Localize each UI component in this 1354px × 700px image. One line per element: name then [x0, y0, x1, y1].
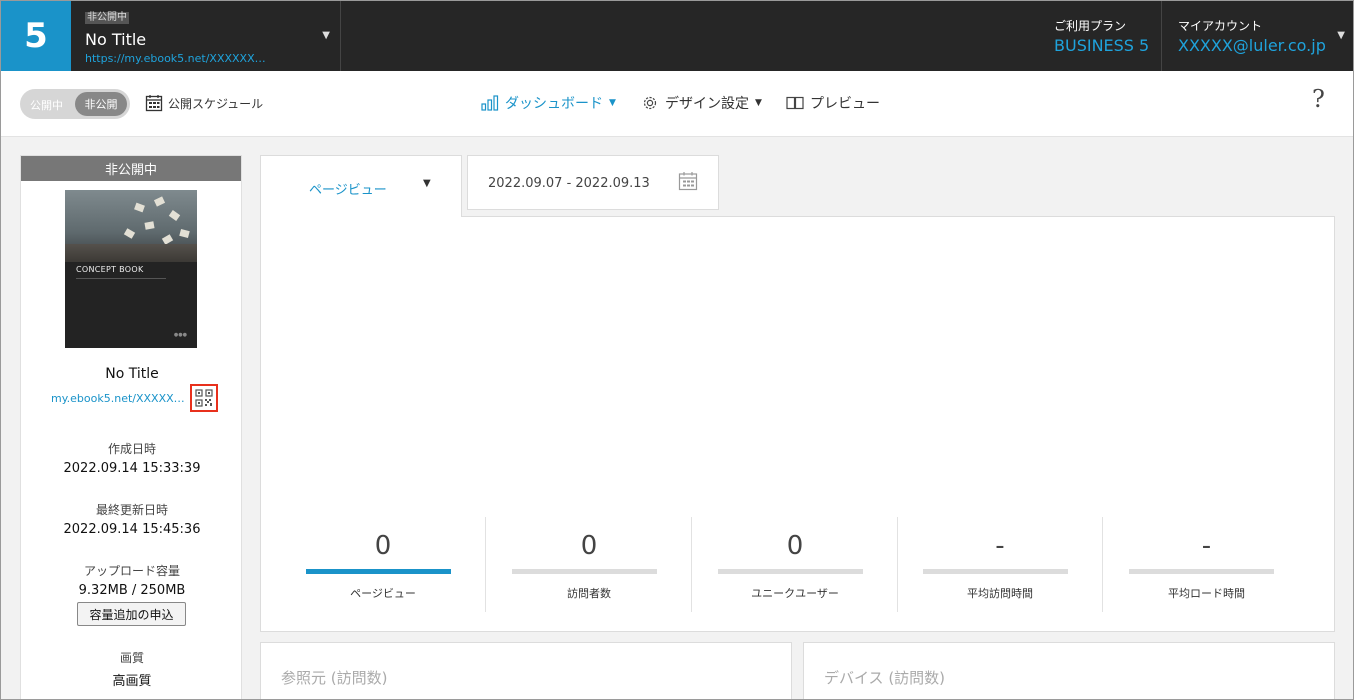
- stat-label: ページビュー: [350, 587, 416, 600]
- cover-rooftop: [65, 244, 197, 262]
- book-status-header: 非公開中: [21, 156, 241, 181]
- updated-label: 最終更新日時: [95, 503, 168, 517]
- nav-design-label: デザイン設定: [665, 96, 749, 112]
- top-bar: 5 非公開中 No Title https://my.ebook5.net/XX…: [1, 1, 1353, 71]
- publish-schedule-button[interactable]: 公開スケジュール: [145, 94, 263, 112]
- book-title: No Title: [85, 30, 147, 49]
- nav-dashboard[interactable]: ダッシュボード ▼: [481, 93, 616, 113]
- stat-value: 0: [786, 531, 804, 561]
- created-value: 2022.09.14 15:33:39: [63, 461, 201, 476]
- cover-divider: [76, 278, 166, 279]
- publish-off-option[interactable]: 非公開: [75, 92, 127, 116]
- stat-visitors[interactable]: 0 訪問者数: [487, 517, 692, 612]
- book-info-panel: 非公開中 CONCEPT BOOK ●●● No Title my.ebook5…: [20, 155, 242, 699]
- stat-label: 平均訪問時間: [967, 587, 1033, 600]
- book-title: No Title: [105, 366, 159, 382]
- quality-value: 高画質: [112, 674, 152, 689]
- chevron-down-icon: ▼: [609, 98, 616, 108]
- calendar-icon: [145, 95, 163, 112]
- gear-icon: [643, 96, 657, 110]
- stat-value: -: [1201, 531, 1212, 561]
- updated-value: 2022.09.14 15:45:36: [63, 522, 201, 537]
- date-range-picker[interactable]: 2022.09.07 - 2022.09.13: [467, 155, 719, 210]
- stat-value: 0: [374, 531, 392, 561]
- book-status-badge: 非公開中: [85, 12, 129, 24]
- stat-label: 平均ロード時間: [1168, 587, 1245, 600]
- plan-label: ご利用プラン: [1054, 19, 1127, 33]
- app-window: 5 非公開中 No Title https://my.ebook5.net/XX…: [0, 0, 1354, 700]
- book-url-link[interactable]: https://my.ebook5.net/XXXXXX…: [85, 52, 266, 65]
- device-panel: デバイス (訪問数): [803, 642, 1335, 699]
- nav-design-settings[interactable]: デザイン設定 ▼: [641, 93, 762, 113]
- device-title: デバイス (訪問数): [824, 669, 946, 687]
- cover-title: CONCEPT BOOK: [76, 265, 144, 274]
- metric-selector-tab[interactable]: ページビュー ▼: [260, 155, 462, 217]
- plan-info: ご利用プラン BUSINESS 5: [1041, 1, 1161, 71]
- plan-value: BUSINESS 5: [1054, 36, 1150, 55]
- stat-indicator-bar: [1129, 569, 1274, 574]
- cover-logo-mark: ●●●: [173, 332, 187, 338]
- stat-indicator-bar: [512, 569, 657, 574]
- qr-code-button[interactable]: [189, 384, 218, 412]
- date-range-label: 2022.09.07 - 2022.09.13: [488, 176, 650, 191]
- referrer-title: 参照元 (訪問数): [281, 669, 388, 687]
- created-label: 作成日時: [107, 442, 156, 456]
- quality-label: 画質: [119, 651, 144, 665]
- qr-code-icon: [195, 389, 213, 407]
- chevron-down-icon: ▼: [322, 30, 330, 41]
- open-book-icon: [786, 96, 804, 110]
- upload-capacity-value: 9.32MB / 250MB: [78, 583, 186, 598]
- stat-label: ユニークユーザー: [751, 587, 839, 600]
- upload-capacity-label: アップロード容量: [83, 564, 180, 578]
- book-selector[interactable]: 非公開中 No Title https://my.ebook5.net/XXXX…: [71, 1, 341, 71]
- analytics-chart-panel: 0 ページビュー 0 訪問者数 0 ユニークユーザー - 平均訪問時間 - 平均…: [260, 216, 1335, 632]
- stat-avg-visit-time[interactable]: - 平均訪問時間: [898, 517, 1103, 612]
- publish-toggle[interactable]: 公開中 非公開: [20, 89, 130, 119]
- nav-preview-label: プレビュー: [810, 96, 880, 112]
- tool-bar: 公開中 非公開 公開スケジュール ダッシュボード ▼ デザイン設定 ▼ プレビュ…: [1, 71, 1353, 137]
- chevron-down-icon: ▼: [423, 178, 431, 189]
- stat-pageviews[interactable]: 0 ページビュー: [281, 517, 486, 612]
- app-logo[interactable]: 5: [1, 1, 71, 71]
- stat-unique-users[interactable]: 0 ユニークユーザー: [693, 517, 898, 612]
- nav-preview[interactable]: プレビュー: [786, 93, 880, 113]
- stat-indicator-bar: [718, 569, 863, 574]
- stat-value: 0: [580, 531, 598, 561]
- stat-label: 訪問者数: [567, 587, 611, 600]
- add-capacity-button[interactable]: 容量追加の申込: [77, 602, 186, 626]
- help-icon[interactable]: ?: [1312, 85, 1325, 113]
- account-email: XXXXX@luler.co.jp: [1178, 36, 1326, 55]
- stat-indicator-bar: [306, 569, 451, 574]
- account-label: マイアカウント: [1178, 19, 1263, 33]
- bar-chart-icon: [481, 95, 499, 111]
- book-url-link[interactable]: my.ebook5.net/XXXXX…: [51, 392, 185, 405]
- metric-selector-label: ページビュー: [309, 183, 387, 198]
- stat-avg-load-time[interactable]: - 平均ロード時間: [1104, 517, 1309, 612]
- book-cover-thumbnail[interactable]: CONCEPT BOOK ●●●: [65, 190, 197, 348]
- referrer-panel: 参照元 (訪問数): [260, 642, 792, 699]
- stat-indicator-bar: [923, 569, 1068, 574]
- book-url-row: my.ebook5.net/XXXXX…: [51, 384, 221, 412]
- account-menu[interactable]: マイアカウント XXXXX@luler.co.jp ▼: [1161, 1, 1353, 71]
- publish-schedule-label: 公開スケジュール: [168, 96, 264, 111]
- chevron-down-icon: ▼: [1337, 30, 1345, 41]
- chevron-down-icon: ▼: [755, 98, 762, 108]
- publish-on-option[interactable]: 公開中: [30, 97, 63, 113]
- calendar-icon: [678, 172, 698, 191]
- nav-dashboard-label: ダッシュボード: [505, 96, 603, 112]
- stat-value: -: [995, 531, 1005, 561]
